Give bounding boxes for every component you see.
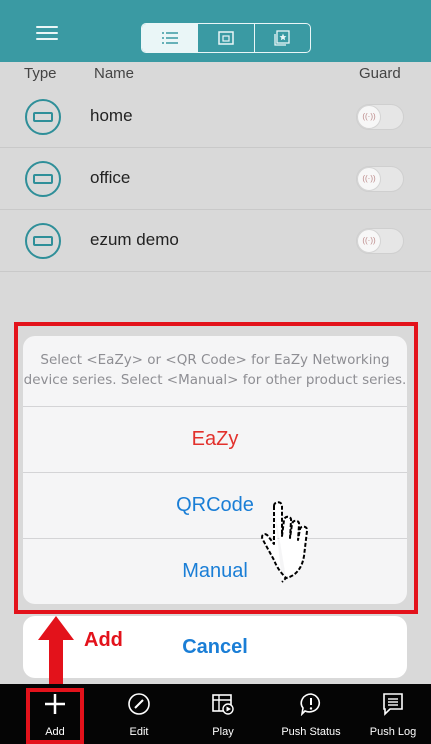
device-row[interactable]: home ((·)) xyxy=(0,86,431,148)
add-tab-highlight-box xyxy=(26,688,84,744)
guard-toggle[interactable]: ((·)) xyxy=(356,166,404,192)
folder-icon xyxy=(218,31,234,45)
tab-label: Play xyxy=(212,726,234,738)
guard-toggle[interactable]: ((·)) xyxy=(356,104,404,130)
up-arrow-annotation-icon xyxy=(38,616,74,692)
tab-edit[interactable]: Edit xyxy=(96,684,182,744)
tab-push-status[interactable]: Push Status xyxy=(268,684,354,744)
hamburger-menu-icon[interactable] xyxy=(36,26,58,40)
alert-bubble-icon xyxy=(300,693,321,716)
favorites-view-segment[interactable] xyxy=(255,24,310,52)
guard-toggle-knob: ((·)) xyxy=(357,167,381,191)
device-row[interactable]: ezum demo ((·)) xyxy=(0,210,431,272)
dvr-device-icon xyxy=(25,161,61,197)
list-icon xyxy=(161,32,178,44)
name-column-header: Name xyxy=(94,65,135,82)
guard-toggle-knob: ((·)) xyxy=(357,229,381,253)
tab-push-log[interactable]: Push Log xyxy=(350,684,431,744)
tab-label: Edit xyxy=(129,726,149,738)
type-column-header: Type xyxy=(24,65,57,82)
folder-view-segment[interactable] xyxy=(198,24,255,52)
view-segmented-control xyxy=(141,23,311,53)
star-folder-icon xyxy=(274,30,290,46)
edit-pencil-icon xyxy=(128,693,150,715)
playback-grid-icon xyxy=(212,694,234,715)
cancel-button[interactable]: Cancel xyxy=(23,616,407,678)
top-navigation-bar xyxy=(0,0,431,62)
guard-column-header: Guard xyxy=(359,65,401,82)
dvr-device-icon xyxy=(25,99,61,135)
list-view-segment[interactable] xyxy=(142,24,199,52)
device-name: home xyxy=(90,106,133,125)
annotation-highlight-box xyxy=(14,322,418,614)
device-name: ezum demo xyxy=(90,230,179,249)
device-list-header: Type Name Guard xyxy=(0,62,431,84)
tab-label: Push Status xyxy=(281,726,341,738)
tab-play[interactable]: Play xyxy=(180,684,266,744)
device-row[interactable]: office ((·)) xyxy=(0,148,431,210)
guard-toggle[interactable]: ((·)) xyxy=(356,228,404,254)
log-bubble-icon xyxy=(383,693,403,716)
dvr-device-icon xyxy=(25,223,61,259)
pointing-hand-icon xyxy=(261,501,309,583)
device-name: office xyxy=(90,168,131,187)
tab-label: Push Log xyxy=(369,726,417,738)
guard-toggle-knob: ((·)) xyxy=(357,105,381,129)
add-annotation-label: Add xyxy=(84,629,123,651)
